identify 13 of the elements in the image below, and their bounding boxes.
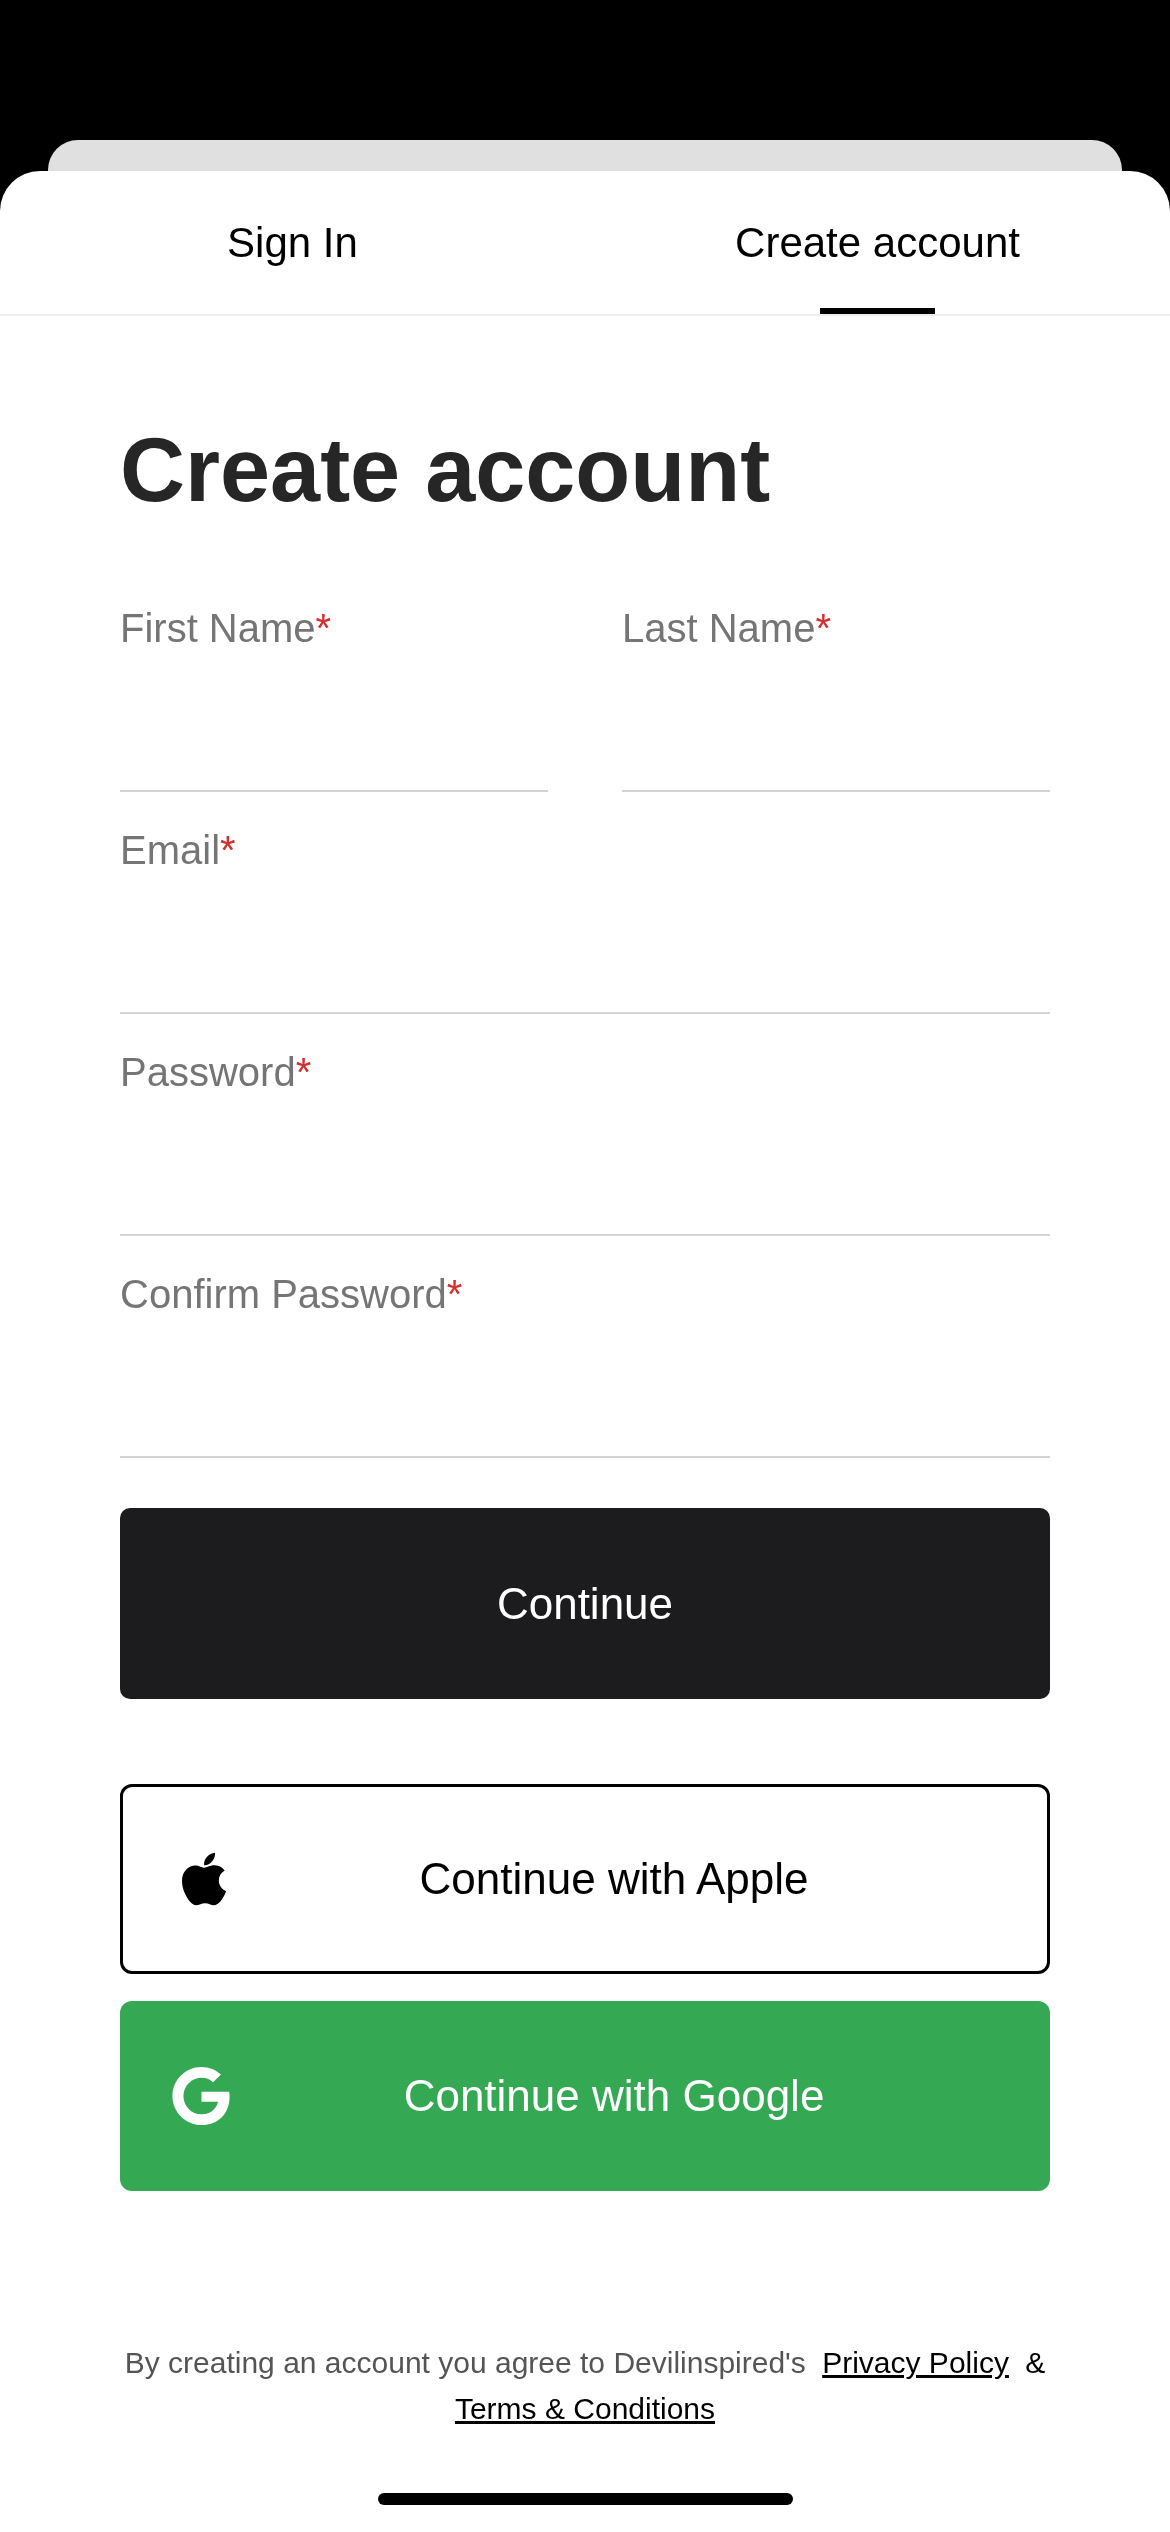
field-label: Last Name*: [622, 605, 832, 652]
field-label: Password*: [120, 1049, 313, 1096]
terms-notice: By creating an account you agree to Devilinspired's Privacy Policy & Terms & Conditions: [123, 2345, 1047, 2427]
terms-link[interactable]: Terms & Conditions: [454, 2392, 716, 2425]
field-label: Email*: [120, 827, 237, 874]
privacy-policy-link[interactable]: Privacy Policy: [822, 2346, 1009, 2379]
continue-button[interactable]: Continue: [120, 1508, 1050, 1699]
letter-g-logo-icon: [172, 2066, 230, 2126]
page-heading: Create account: [120, 425, 772, 515]
tab[interactable]: Sign In: [0, 171, 585, 314]
field-label: First Name*: [120, 605, 333, 652]
social-sign-in-button[interactable]: Continue with Apple: [120, 1784, 1050, 1974]
field-label: Confirm Password*: [120, 1271, 464, 1318]
